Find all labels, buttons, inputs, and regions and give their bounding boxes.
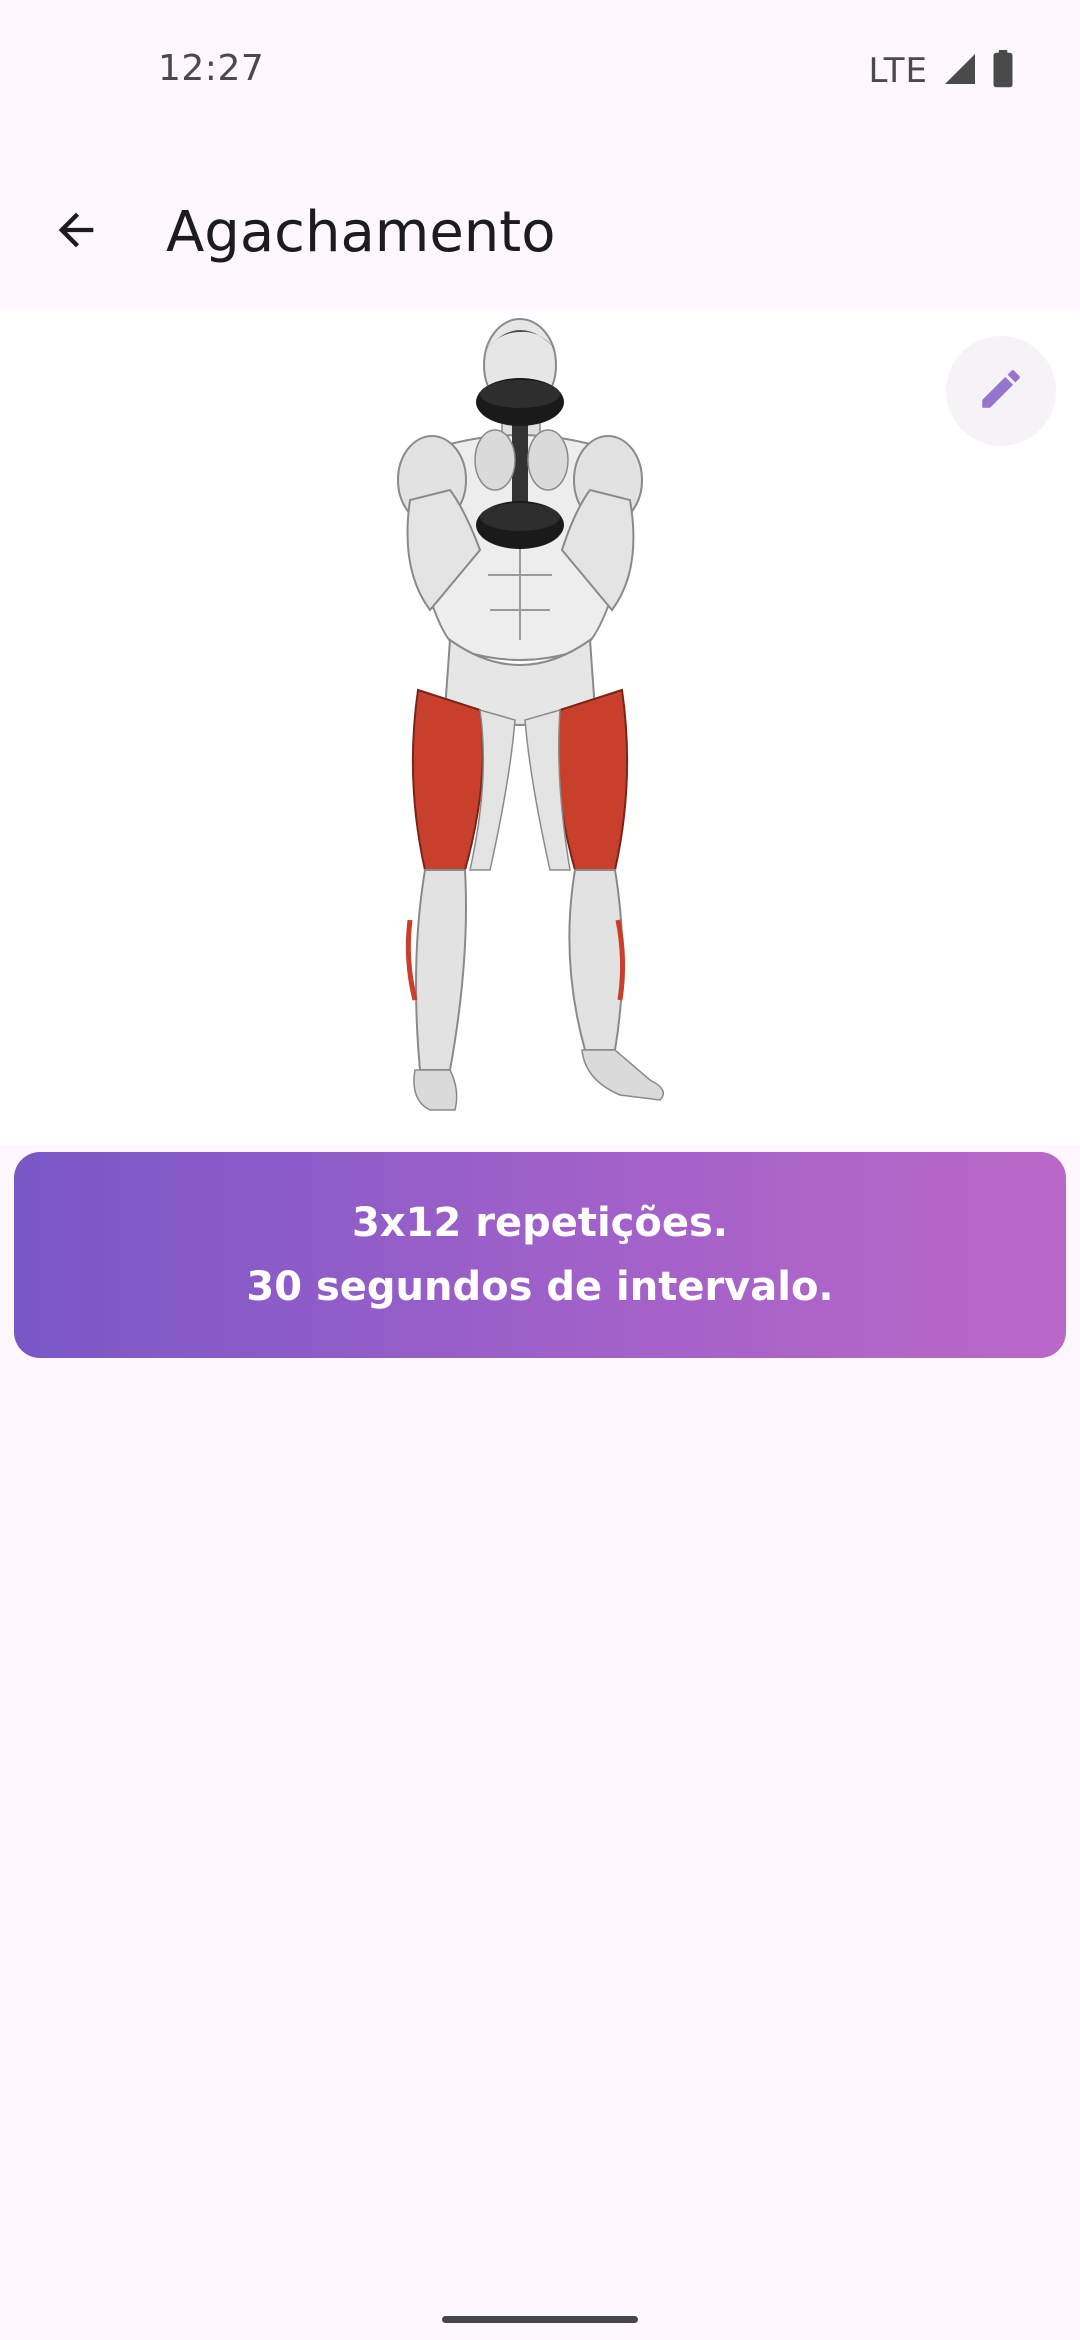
- battery-icon: [992, 50, 1014, 92]
- network-type-label: LTE: [868, 51, 928, 91]
- back-button[interactable]: [28, 184, 124, 280]
- pencil-icon: [976, 364, 1026, 418]
- page-title: Agachamento: [166, 200, 556, 265]
- arrow-back-icon: [50, 204, 102, 260]
- rest-interval-text: 30 segundos de intervalo.: [246, 1264, 834, 1310]
- gesture-navigation-bar[interactable]: [442, 2316, 638, 2323]
- exercise-image-area: [0, 310, 1080, 1145]
- status-icons: LTE: [868, 50, 1014, 92]
- edit-button[interactable]: [946, 336, 1056, 446]
- top-app-bar: Agachamento: [0, 160, 1080, 310]
- sets-reps-text: 3x12 repetições.: [352, 1200, 728, 1246]
- exercise-info-card: 3x12 repetições. 30 segundos de interval…: [14, 1152, 1066, 1358]
- signal-icon: [942, 51, 978, 91]
- exercise-illustration: [397, 318, 665, 1111]
- status-bar: 12:27 LTE: [0, 0, 1080, 140]
- status-time: 12:27: [158, 48, 265, 89]
